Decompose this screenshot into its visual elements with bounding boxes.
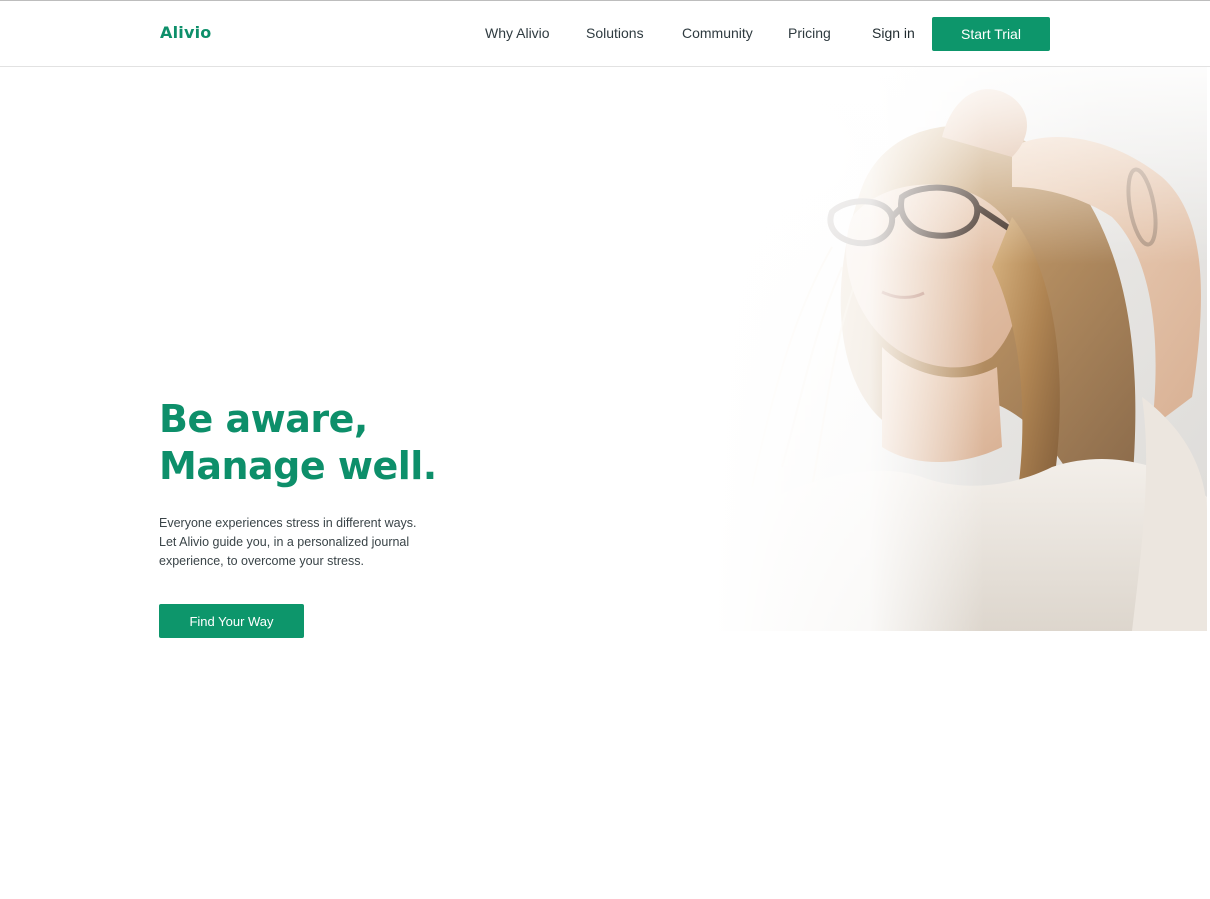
hero-headline-line-2: Manage well.	[159, 444, 437, 488]
site-header: Alivio Why Alivio Solutions Community Pr…	[0, 1, 1210, 67]
nav-link-solutions[interactable]: Solutions	[586, 25, 644, 41]
nav-link-why-alivio[interactable]: Why Alivio	[485, 25, 550, 41]
hero-photo	[712, 67, 1207, 631]
start-trial-button[interactable]: Start Trial	[932, 17, 1050, 51]
hero-headline-line-1: Be aware,	[159, 397, 368, 441]
brand-logo[interactable]: Alivio	[160, 23, 211, 42]
nav-link-pricing[interactable]: Pricing	[788, 25, 831, 41]
nav-link-community[interactable]: Community	[682, 25, 753, 41]
find-your-way-button[interactable]: Find Your Way	[159, 604, 304, 638]
hero-headline: Be aware, Manage well.	[159, 396, 437, 490]
sign-in-link[interactable]: Sign in	[872, 25, 915, 41]
hero-description-line-3: experience, to overcome your stress.	[159, 554, 364, 568]
hero-description: Everyone experiences stress in different…	[159, 514, 429, 571]
hero-description-line-1: Everyone experiences stress in different…	[159, 516, 417, 530]
hero-description-line-2: Let Alivio guide you, in a personalized …	[159, 535, 410, 549]
